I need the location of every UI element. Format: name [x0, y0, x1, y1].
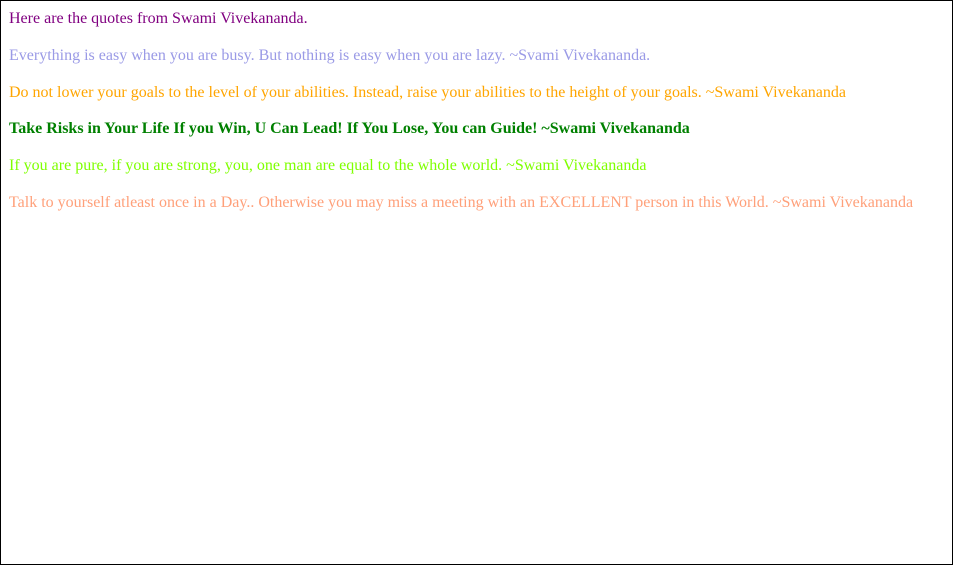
- quote-line: If you are pure, if you are strong, you,…: [9, 156, 944, 177]
- quote-line: Talk to yourself atleast once in a Day..…: [9, 193, 944, 214]
- page-heading: Here are the quotes from Swami Vivekanan…: [9, 9, 944, 30]
- quote-line: Everything is easy when you are busy. Bu…: [9, 46, 944, 67]
- quote-line: Take Risks in Your Life If you Win, U Ca…: [9, 119, 944, 140]
- quote-line: Do not lower your goals to the level of …: [9, 83, 944, 104]
